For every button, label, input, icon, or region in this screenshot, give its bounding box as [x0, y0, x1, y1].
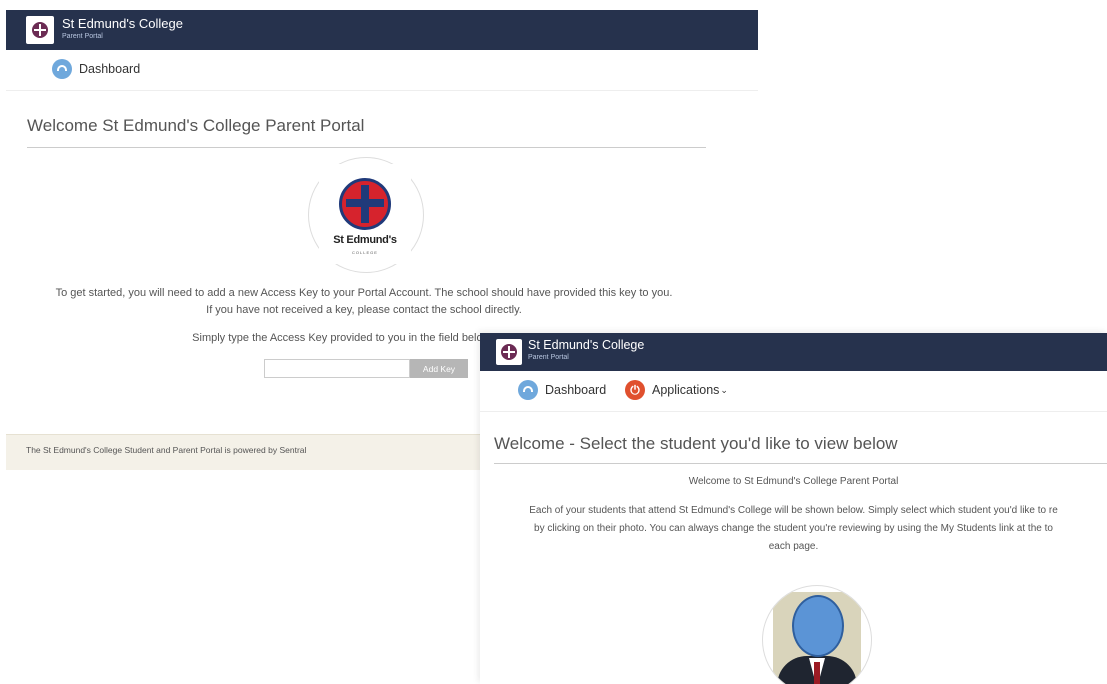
- nav-dashboard[interactable]: Dashboard: [518, 380, 606, 400]
- dashboard-icon: [52, 59, 72, 79]
- student-photo[interactable]: [762, 585, 872, 684]
- chevron-down-icon: ⌄: [720, 384, 728, 395]
- add-key-button[interactable]: Add Key: [410, 359, 468, 378]
- top-header-bar: St Edmund's College Parent Portal: [480, 333, 1107, 371]
- intro-text-line1: To get started, you will need to add a n…: [55, 287, 673, 299]
- description-line3: each page.: [768, 541, 819, 552]
- dashboard-icon: [518, 380, 538, 400]
- nav-applications-label: Applications: [652, 383, 720, 397]
- description-line2: by clicking on their photo. You can alwa…: [534, 523, 1053, 534]
- crest-shield-icon: [339, 178, 391, 230]
- description-line1: Each of your students that attend St Edm…: [529, 505, 1058, 516]
- main-nav: Dashboard ⏻ Applications ⌄: [480, 371, 1107, 412]
- nav-dashboard-label: Dashboard: [545, 383, 607, 397]
- crest-college: COLLEGE: [352, 250, 378, 255]
- school-name[interactable]: St Edmund's College: [528, 338, 644, 352]
- page-title: Welcome - Select the student you'd like …: [494, 434, 898, 453]
- school-logo-icon[interactable]: [26, 16, 54, 44]
- school-name[interactable]: St Edmund's College: [62, 16, 183, 31]
- student-select-screen: St Edmund's College Parent Portal Dashbo…: [480, 333, 1107, 684]
- title-divider: [27, 147, 706, 148]
- footer-text: The St Edmund's College Student and Pare…: [26, 445, 307, 455]
- nav-applications[interactable]: ⏻ Applications ⌄: [625, 380, 728, 400]
- top-header-bar: St Edmund's College Parent Portal: [6, 10, 758, 50]
- main-nav: Dashboard: [6, 50, 758, 91]
- nav-dashboard-label: Dashboard: [79, 62, 141, 76]
- page-title: Welcome St Edmund's College Parent Porta…: [27, 116, 365, 135]
- title-divider: [494, 463, 1107, 464]
- intro-text-line2: If you have not received a key, please c…: [206, 304, 522, 316]
- welcome-text: Welcome to St Edmund's College Parent Po…: [688, 476, 899, 487]
- school-crest: St Edmund's COLLEGE: [308, 157, 424, 273]
- portal-subtitle: Parent Portal: [62, 33, 103, 40]
- crest-name: St Edmund's: [333, 234, 397, 246]
- applications-power-icon: ⏻: [625, 380, 645, 400]
- nav-dashboard[interactable]: Dashboard: [52, 59, 140, 79]
- access-key-input[interactable]: [264, 359, 410, 378]
- portal-subtitle: Parent Portal: [528, 354, 569, 361]
- face-mask: [792, 595, 844, 657]
- school-logo-icon[interactable]: [496, 339, 522, 365]
